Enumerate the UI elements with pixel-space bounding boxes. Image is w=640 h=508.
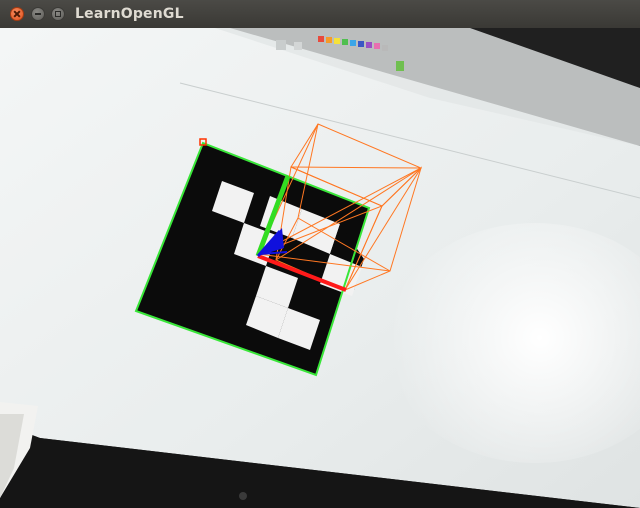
close-button[interactable] xyxy=(10,7,24,21)
maximize-button[interactable] xyxy=(51,7,65,21)
title-bar[interactable]: LearnOpenGL xyxy=(0,0,640,29)
minimize-icon xyxy=(34,10,42,18)
minimize-button[interactable] xyxy=(31,7,45,21)
camera-frame xyxy=(0,28,640,508)
window-title: LearnOpenGL xyxy=(75,6,184,22)
close-icon xyxy=(13,10,21,18)
opengl-viewport[interactable] xyxy=(0,28,640,508)
app-window: LearnOpenGL xyxy=(0,0,640,508)
monitor-logo-icon xyxy=(239,492,247,500)
maximize-icon xyxy=(54,10,62,18)
